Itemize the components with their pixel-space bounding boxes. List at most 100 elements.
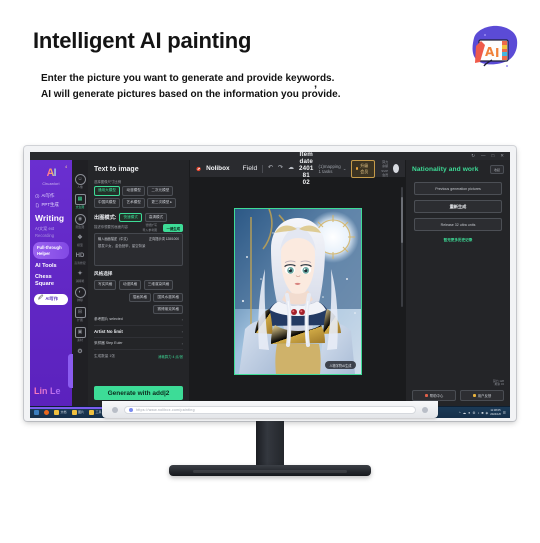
app-logo-text: Nolibox (206, 165, 230, 172)
gear-icon: ⚙ (77, 348, 83, 355)
taskbar-item[interactable] (32, 409, 41, 416)
svg-text:A: A (485, 45, 495, 59)
monitor-chin-bar: https://www.nolibox.com/painting (102, 401, 438, 418)
sidebar-subitem-0[interactable]: AI文案 ext (30, 225, 72, 232)
style-chip[interactable]: 三维渲染风格 (143, 280, 174, 291)
help-icon (424, 394, 428, 397)
mode-chip-hd[interactable]: 高清模式 (144, 212, 168, 223)
sidebar-subitem-1[interactable]: Recording (30, 232, 72, 239)
style-chip[interactable]: 插画风格 (128, 292, 151, 303)
user-feedback-button[interactable]: 用户反馈 (460, 390, 504, 401)
rail-item-eraser[interactable]: ◐ 抹除 (72, 285, 88, 304)
regenerate-button[interactable]: 重新生成 (414, 200, 502, 213)
generation-meta: 生成数量 1张 消耗算力 4 点/张 (94, 354, 183, 359)
sidebar-pill[interactable]: Full-through Helper (33, 242, 69, 259)
style-chip[interactable]: 国风水墨风格 (153, 292, 183, 303)
address-bar[interactable]: https://www.nolibox.com/painting (124, 405, 416, 414)
canvas-scrollbar[interactable] (401, 187, 403, 307)
generated-image[interactable]: 人物字符AI生成 (233, 208, 362, 375)
taskbar-clock[interactable]: 11:38:05 2024/1/8 (490, 409, 500, 416)
sidebar-label-ai-tools[interactable]: AI Tools (30, 259, 72, 270)
model-chip[interactable]: 通用大模型 (94, 186, 120, 196)
input-icon[interactable]: ⚙ (472, 411, 475, 415)
address-text: https://www.nolibox.com/painting (136, 407, 195, 412)
taskbar-item[interactable]: 图片 (70, 409, 87, 416)
rail-item-material[interactable]: ▣ 素材 (72, 325, 88, 344)
rail-item-label: 高清修复 (74, 260, 86, 265)
avatar[interactable] (393, 164, 399, 173)
model-chip[interactable]: 二次元模型 (147, 186, 174, 196)
sidebar-label-chess-square[interactable]: Chess Square (30, 270, 72, 289)
crown-icon (356, 167, 359, 170)
model-chip[interactable]: 中国风模型 (94, 198, 120, 208)
brand-badge: 4 (65, 165, 67, 169)
rail-item-settings[interactable]: ⚙ (72, 345, 88, 358)
upgrade-member-button[interactable]: 升级会员 (351, 159, 375, 178)
bell-icon[interactable]: ☰ (503, 411, 506, 415)
rail-item-magic-wand[interactable]: ✦ 消除笔 (72, 268, 88, 285)
prompt-head-left: 输入画面描述（中文） (98, 237, 130, 242)
task-status[interactable]: (1)mapping 1 tasks ⌄ (319, 164, 347, 174)
release-units-button[interactable]: Release 32 ultra units (414, 218, 502, 231)
list-item[interactable]: Artist No limit › (94, 326, 183, 339)
model-chip[interactable]: 更三次模型 ▸ (147, 198, 177, 208)
nodes-icon: ❖ (77, 235, 83, 242)
shield-icon[interactable]: ◈ (486, 411, 489, 415)
style-chip[interactable]: 写实风格 (94, 280, 117, 291)
cloud-icon[interactable]: ☁ (288, 165, 294, 172)
sidebar-item-ppt[interactable]: PPT生成 (30, 201, 72, 211)
rail-item-text-to-image[interactable]: ▦ 文生图 (72, 192, 88, 211)
list-item-label: 参考图片 selected (94, 317, 123, 322)
canvas-area[interactable]: 人物字符AI生成 (190, 177, 405, 406)
output-mode-row: 出图模式: 快速模式 高清模式 (94, 212, 183, 223)
refresh-icon[interactable]: ↻ (471, 153, 475, 159)
mode-chip-fast[interactable]: 快速模式 (119, 212, 142, 223)
list-item[interactable]: 采样器 Step Euler › (94, 338, 183, 351)
taskbar-item[interactable]: 文档 (52, 409, 69, 416)
hd-icon: HD (75, 253, 85, 260)
taskbar-item[interactable] (42, 409, 51, 416)
cloud-icon[interactable]: ☁ (463, 411, 467, 415)
maximize-icon[interactable]: □ (492, 153, 495, 159)
prompt-area-wrap: 智能扩写 导入参考图 一键生成 输入画面描述（中文） 正向提示词 128/100… (94, 223, 183, 267)
volume-icon[interactable]: ♪ (478, 411, 480, 415)
sidebar-item-label: PPT生成 (41, 202, 59, 208)
rail-item-portrait[interactable]: ☺ 人像 (72, 172, 88, 191)
style-chip[interactable]: 动漫风格 (118, 280, 142, 291)
screen: ↻ — □ ✕ AI 4 Chuanlori AI写作 PPT生成 Writin… (30, 152, 510, 418)
undo-icon[interactable]: ↶ (268, 165, 273, 172)
sidebar-item-ai-writing[interactable]: AI写作 (30, 191, 72, 201)
list-item[interactable]: 参考图片 selected › (94, 314, 183, 327)
chevron-right-icon: › (181, 329, 183, 335)
camera-icon: ◉ (74, 213, 86, 225)
close-icon[interactable]: ✕ (500, 153, 504, 159)
sidebar-ai-write-button[interactable]: 🖉 AI写作 (34, 293, 68, 305)
list-item-label: Artist No limit (94, 329, 123, 335)
sidebar-collapse-handle[interactable] (68, 354, 73, 388)
generate-button[interactable]: Generate with add|2 (94, 386, 183, 400)
collapse-button[interactable]: 收起 (489, 165, 504, 174)
sidebar-footer-user[interactable]: Lin Le (34, 386, 61, 396)
system-tray: ^ ☁ ● ⚙ ♪ ■ ◈ 11:38:05 2024/1/8 ☰ (459, 409, 508, 416)
one-click-generate-button[interactable]: 一键生成 (163, 224, 183, 233)
app-topbar: Nolibox Field ↶ ↷ ☁ Item date 2401 81 02… (190, 152, 405, 186)
rail-item-hd-restore[interactable]: HD 高清修复 (72, 250, 88, 267)
help-center-button[interactable]: 帮助中心 (412, 390, 456, 401)
previous-generation-button[interactable]: Previous generation pictures (414, 182, 502, 195)
style-chip[interactable]: 赛博朋克风格 (153, 304, 183, 315)
prompt-textarea[interactable]: 输入画面描述（中文） 正向提示词 128/1000 银发少女，金色铠甲，星空背景 (94, 233, 183, 267)
minimize-icon[interactable]: — (481, 153, 486, 159)
caret-up-icon[interactable]: ^ (459, 411, 461, 415)
redo-icon[interactable]: ↷ (278, 165, 283, 172)
star-icon (422, 406, 428, 413)
rail-item-expand[interactable]: ⊞ 扩图 (72, 305, 88, 324)
rail-item-image-to-image[interactable]: ◉ 图生图 (72, 212, 88, 231)
page-subtitle: Enter the picture you want to generate a… (41, 73, 341, 100)
rail-item-model[interactable]: ❖ 模型 (72, 232, 88, 249)
chevron-down-icon: ⌄ (342, 165, 347, 171)
sidebar-brand[interactable]: AI 4 (30, 164, 72, 179)
battery-icon[interactable]: ■ (481, 411, 483, 415)
net-icon[interactable]: ● (468, 411, 470, 415)
model-chip[interactable]: 动漫模型 (122, 186, 145, 196)
model-chip[interactable]: 艺术模型 (122, 198, 145, 208)
